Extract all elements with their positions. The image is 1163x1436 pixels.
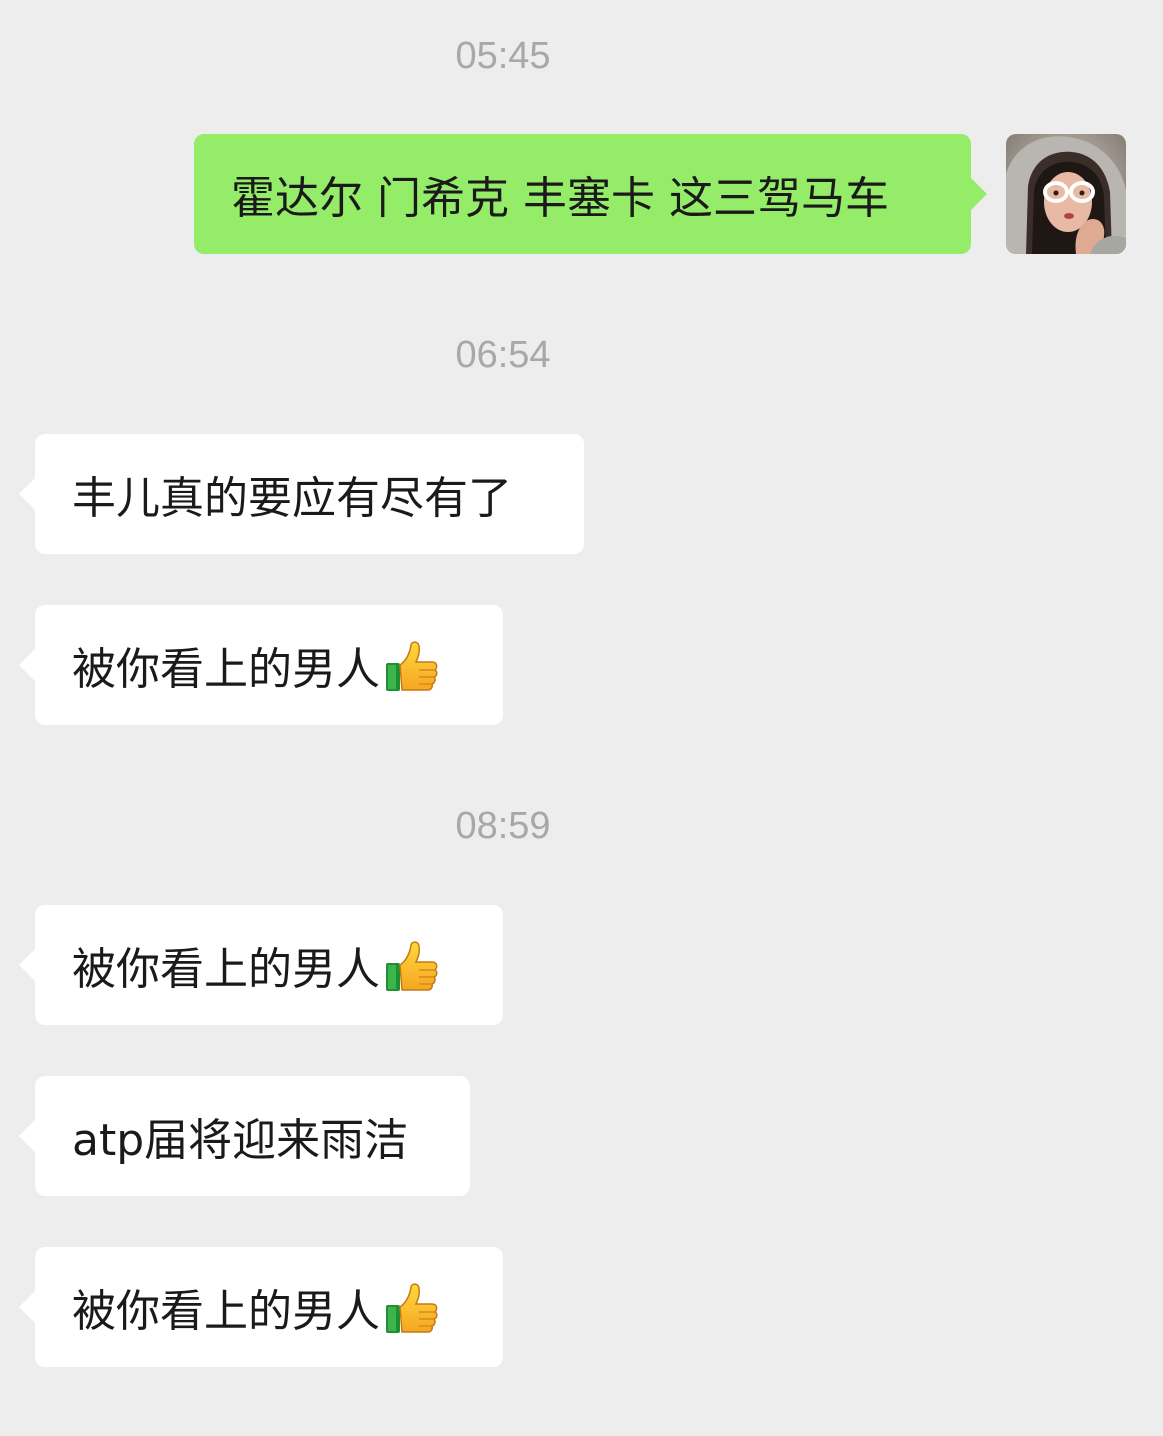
outgoing-message-bubble[interactable]: 霍达尔 门希克 丰塞卡 这三驾马车: [194, 134, 987, 254]
incoming-message-bubble[interactable]: 被你看上的男人: [19, 1247, 503, 1367]
timestamp: 05:45: [455, 35, 551, 77]
thumbs-up-icon: [384, 939, 440, 995]
incoming-message-bubble[interactable]: atp届将迎来雨洁: [19, 1076, 470, 1196]
thumbs-up-icon: [384, 639, 440, 695]
message-text: 被你看上的男人: [72, 644, 380, 695]
message-text: 霍达尔 门希克 丰塞卡 这三驾马车: [231, 173, 889, 224]
message-text: 被你看上的男人: [72, 944, 380, 995]
incoming-message-bubble[interactable]: 被你看上的男人: [19, 605, 503, 725]
user-avatar[interactable]: [1006, 134, 1126, 254]
incoming-message-bubble[interactable]: 丰儿真的要应有尽有了: [19, 434, 584, 554]
message-text: 被你看上的男人: [72, 1286, 380, 1337]
avatar-image: [1006, 134, 1126, 254]
timestamp: 06:54: [455, 334, 551, 376]
timestamp: 08:59: [455, 805, 551, 847]
thumbs-up-icon: [384, 1281, 440, 1337]
message-text: 丰儿真的要应有尽有了: [72, 473, 512, 524]
message-text: atp届将迎来雨洁: [72, 1115, 409, 1166]
incoming-message-bubble[interactable]: 被你看上的男人: [19, 905, 503, 1025]
